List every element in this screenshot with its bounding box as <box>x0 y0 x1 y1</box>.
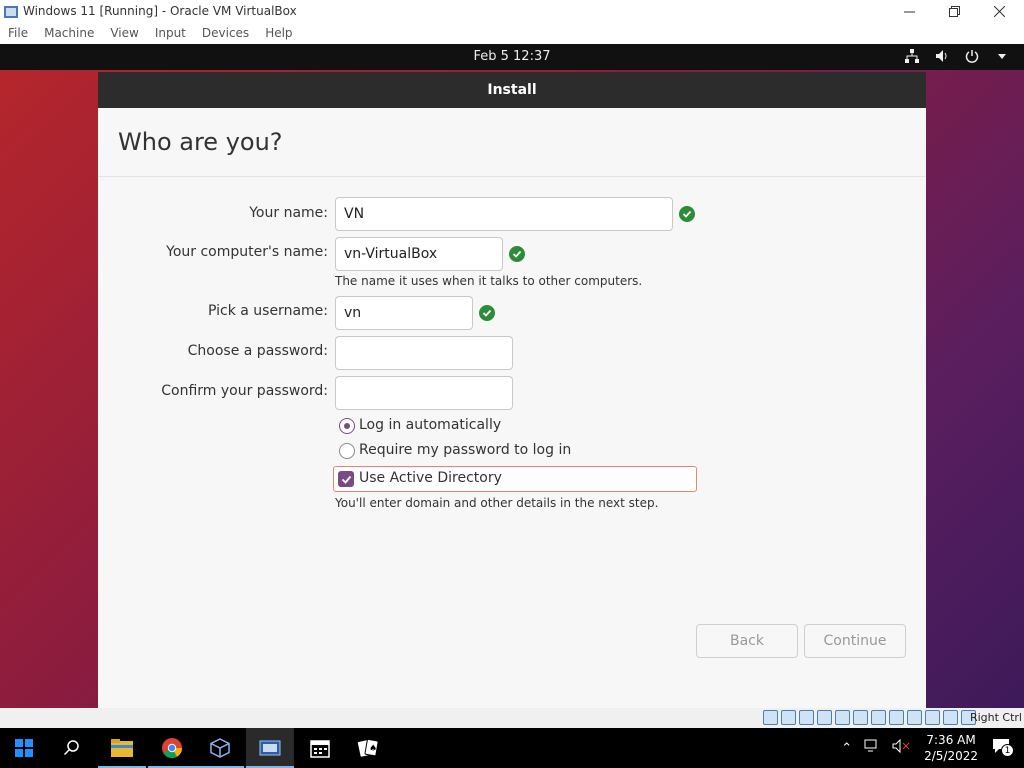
active-directory-label[interactable]: Use Active Directory <box>359 470 502 486</box>
svg-text:♠: ♠ <box>369 744 377 754</box>
usb-icon[interactable] <box>835 710 850 725</box>
display-icon[interactable] <box>871 710 886 725</box>
virtualbox-icon <box>210 738 230 758</box>
vbox-title-bar: Windows 11 [Running] - Oracle VM Virtual… <box>0 0 1024 24</box>
solitaire-icon: ♠ <box>357 738 379 757</box>
login-auto-radio[interactable] <box>339 418 355 434</box>
chevron-up-icon[interactable]: ⌃ <box>841 741 852 756</box>
name-field[interactable]: VN <box>335 197 673 231</box>
solitaire-button[interactable]: ♠ <box>344 728 392 768</box>
menu-file[interactable]: File <box>0 24 28 44</box>
name-valid-check-icon <box>679 206 695 222</box>
password-field[interactable] <box>335 336 513 370</box>
notification-count: 1 <box>1001 744 1014 757</box>
ubuntu-top-bar: Feb 5 12:37 <box>0 44 1024 70</box>
start-button[interactable] <box>0 728 48 768</box>
power-icon <box>964 48 980 64</box>
chrome-button[interactable] <box>148 728 196 768</box>
close-icon <box>993 5 1005 17</box>
computer-name-label: Your computer's name: <box>166 244 328 260</box>
page-title: Who are you? <box>118 128 283 156</box>
title-divider <box>98 176 926 177</box>
restore-button[interactable] <box>931 0 977 22</box>
file-explorer-icon <box>111 739 133 757</box>
require-password-radio[interactable] <box>339 443 355 459</box>
mouse-integration-icon[interactable] <box>943 710 958 725</box>
confirm-password-label: Confirm your password: <box>161 383 328 399</box>
confirm-password-field[interactable] <box>335 376 513 410</box>
menu-help[interactable]: Help <box>257 24 292 44</box>
active-directory-hint: You'll enter domain and other details in… <box>335 496 659 510</box>
menu-machine[interactable]: Machine <box>36 24 94 44</box>
search-button[interactable] <box>48 728 96 768</box>
chevron-down-icon <box>994 48 1010 64</box>
login-auto-label[interactable]: Log in automatically <box>359 417 501 433</box>
clock-date: 2/5/2022 <box>924 749 978 763</box>
host-key-label: Right Ctrl <box>969 711 1022 724</box>
minimize-icon <box>903 11 915 12</box>
start-icon <box>15 739 33 757</box>
installer-header: Install <box>98 72 926 108</box>
search-icon <box>63 740 79 756</box>
chrome-icon <box>162 738 182 758</box>
notification-center-button[interactable]: 1 <box>992 738 1014 758</box>
volume-muted-icon[interactable] <box>892 738 910 757</box>
network-icon <box>904 48 920 64</box>
recording-icon[interactable] <box>889 710 904 725</box>
system-tray: ⌃ 7:36 AM 2/5/2022 1 <box>835 728 1024 768</box>
virtualbox-app-icon <box>4 6 18 18</box>
vbox-menu-bar: File Machine View Input Devices Help <box>0 24 1024 44</box>
file-explorer-button[interactable] <box>98 728 146 768</box>
virtualization-icon[interactable] <box>925 710 940 725</box>
continue-button[interactable]: Continue <box>804 624 906 658</box>
installer-window: Install Who are you? Your name: VN Your … <box>98 72 926 708</box>
audio-icon[interactable] <box>799 710 814 725</box>
clock-time: 7:36 AM <box>926 733 976 747</box>
menu-view[interactable]: View <box>102 24 138 44</box>
username-valid-check-icon <box>479 305 495 321</box>
password-label: Choose a password: <box>187 343 328 359</box>
username-field[interactable]: vn <box>335 296 473 330</box>
computer-name-hint: The name it uses when it talks to other … <box>335 274 643 288</box>
window-title: Windows 11 [Running] - Oracle VM Virtual… <box>23 4 297 18</box>
active-directory-option[interactable]: Use Active Directory <box>333 466 697 492</box>
system-menu[interactable] <box>904 48 1010 64</box>
vm-window-button[interactable] <box>246 728 294 768</box>
checkmark-icon <box>341 475 351 484</box>
computer-name-valid-check-icon <box>509 246 525 262</box>
vbox-device-icons <box>763 710 976 725</box>
clock[interactable]: 7:36 AM 2/5/2022 <box>924 732 978 764</box>
hard-disk-icon[interactable] <box>763 710 778 725</box>
shared-folders-icon[interactable] <box>853 710 868 725</box>
computer-name-field[interactable]: vn-VirtualBox <box>335 237 503 271</box>
name-label: Your name: <box>249 205 328 221</box>
network-adapter-icon[interactable] <box>817 710 832 725</box>
calendar-button[interactable] <box>296 728 344 768</box>
active-directory-checkbox[interactable] <box>338 471 354 487</box>
menu-devices[interactable]: Devices <box>194 24 249 44</box>
restore-icon <box>948 5 960 17</box>
virtualbox-button[interactable] <box>196 728 244 768</box>
vbox-status-bar: Right Ctrl <box>0 708 1024 728</box>
optical-drive-icon[interactable] <box>781 710 796 725</box>
volume-icon <box>934 48 950 64</box>
menu-input[interactable]: Input <box>147 24 186 44</box>
vm-window-icon <box>259 740 281 756</box>
network-tray-icon[interactable] <box>864 739 880 757</box>
back-button[interactable]: Back <box>696 624 798 658</box>
username-label: Pick a username: <box>207 303 328 319</box>
close-button[interactable] <box>976 0 1022 22</box>
top-bar-clock[interactable]: Feb 5 12:37 <box>0 49 1024 64</box>
cpu-icon[interactable] <box>907 710 922 725</box>
calendar-icon <box>310 740 330 758</box>
windows-taskbar: ♠ ⌃ 7:36 AM 2/5/2022 1 <box>0 728 1024 768</box>
require-password-label[interactable]: Require my password to log in <box>359 442 571 458</box>
minimize-button[interactable] <box>886 0 932 22</box>
